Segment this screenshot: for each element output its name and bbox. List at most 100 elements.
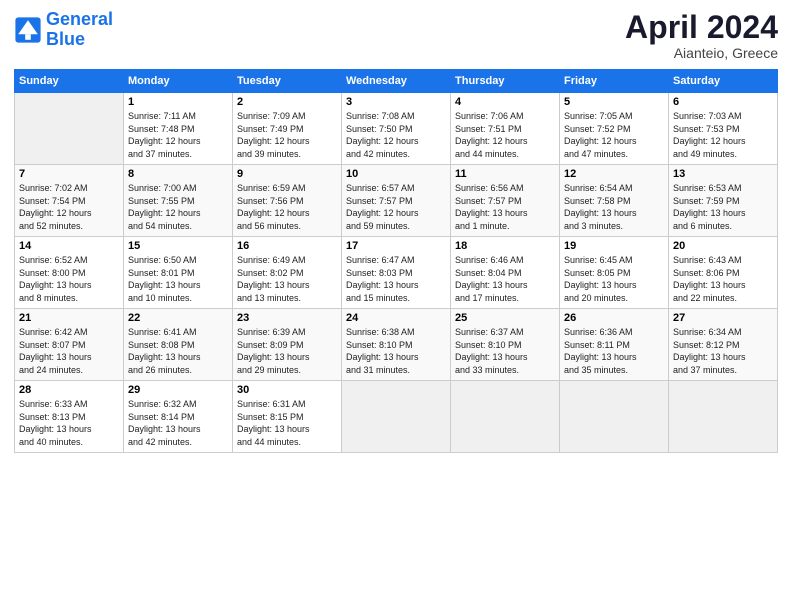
day-number: 6 bbox=[673, 96, 773, 108]
week-row-1: 7Sunrise: 7:02 AMSunset: 7:54 PMDaylight… bbox=[15, 165, 778, 237]
day-number: 7 bbox=[19, 168, 119, 180]
day-cell: 8 Sunrise: 7:00 AMSunset: 7:55 PMDaylight… bbox=[124, 165, 233, 237]
day-cell: 26Sunrise: 6:36 AMSunset: 8:11 PMDayligh… bbox=[560, 309, 669, 381]
day-info: Sunrise: 6:32 AMSunset: 8:14 PMDaylight:… bbox=[128, 398, 228, 448]
day-cell: 23 Sunrise: 6:39 AMSunset: 8:09 PMDayligh… bbox=[233, 309, 342, 381]
day-info: Sunrise: 6:34 AMSunset: 8:12 PMDaylight:… bbox=[673, 326, 773, 376]
day-number: 2 bbox=[237, 96, 337, 108]
day-info: Sunrise: 7:11 AMSunset: 7:48 PMDaylight:… bbox=[128, 110, 228, 160]
col-friday: Friday bbox=[560, 70, 669, 93]
day-cell bbox=[342, 381, 451, 453]
day-cell: 16Sunrise: 6:49 AMSunset: 8:02 PMDayligh… bbox=[233, 237, 342, 309]
day-info: Sunrise: 6:47 AMSunset: 8:03 PMDaylight:… bbox=[346, 254, 446, 304]
header-row: Sunday Monday Tuesday Wednesday Thursday… bbox=[15, 70, 778, 93]
day-number: 30 bbox=[237, 384, 337, 396]
day-info: Sunrise: 6:46 AMSunset: 8:04 PMDaylight:… bbox=[455, 254, 555, 304]
day-cell: 25Sunrise: 6:37 AMSunset: 8:10 PMDayligh… bbox=[451, 309, 560, 381]
day-cell: 2 Sunrise: 7:09 AMSunset: 7:49 PMDaylight… bbox=[233, 93, 342, 165]
day-number: 24 bbox=[346, 312, 446, 324]
day-cell: 27 Sunrise: 6:34 AMSunset: 8:12 PMDayligh… bbox=[669, 309, 778, 381]
day-info: Sunrise: 6:31 AMSunset: 8:15 PMDaylight:… bbox=[237, 398, 337, 448]
day-cell bbox=[15, 93, 124, 165]
week-row-3: 21 Sunrise: 6:42 AMSunset: 8:07 PMDayligh… bbox=[15, 309, 778, 381]
day-number: 15 bbox=[128, 240, 228, 252]
day-cell: 3 Sunrise: 7:08 AMSunset: 7:50 PMDaylight… bbox=[342, 93, 451, 165]
day-info: Sunrise: 6:45 AMSunset: 8:05 PMDaylight:… bbox=[564, 254, 664, 304]
day-number: 10 bbox=[346, 168, 446, 180]
week-row-2: 14 Sunrise: 6:52 AMSunset: 8:00 PMDayligh… bbox=[15, 237, 778, 309]
day-cell: 24 Sunrise: 6:38 AMSunset: 8:10 PMDayligh… bbox=[342, 309, 451, 381]
day-number: 13 bbox=[673, 168, 773, 180]
day-info: Sunrise: 6:43 AMSunset: 8:06 PMDaylight:… bbox=[673, 254, 773, 304]
logo-icon bbox=[14, 16, 42, 44]
day-info: Sunrise: 6:42 AMSunset: 8:07 PMDaylight:… bbox=[19, 326, 119, 376]
day-info: Sunrise: 6:54 AMSunset: 7:58 PMDaylight:… bbox=[564, 182, 664, 232]
month-title: April 2024 bbox=[625, 10, 778, 45]
day-number: 4 bbox=[455, 96, 555, 108]
day-cell: 5 Sunrise: 7:05 AMSunset: 7:52 PMDaylight… bbox=[560, 93, 669, 165]
week-row-0: 1 Sunrise: 7:11 AMSunset: 7:48 PMDaylight… bbox=[15, 93, 778, 165]
logo: General Blue bbox=[14, 10, 113, 50]
day-number: 12 bbox=[564, 168, 664, 180]
day-number: 8 bbox=[128, 168, 228, 180]
day-number: 29 bbox=[128, 384, 228, 396]
day-info: Sunrise: 6:37 AMSunset: 8:10 PMDaylight:… bbox=[455, 326, 555, 376]
day-info: Sunrise: 6:33 AMSunset: 8:13 PMDaylight:… bbox=[19, 398, 119, 448]
day-cell: 29 Sunrise: 6:32 AMSunset: 8:14 PMDayligh… bbox=[124, 381, 233, 453]
day-number: 17 bbox=[346, 240, 446, 252]
day-number: 19 bbox=[564, 240, 664, 252]
day-cell: 12 Sunrise: 6:54 AMSunset: 7:58 PMDayligh… bbox=[560, 165, 669, 237]
col-saturday: Saturday bbox=[669, 70, 778, 93]
day-number: 16 bbox=[237, 240, 337, 252]
header: General Blue April 2024 Aianteio, Greece bbox=[14, 10, 778, 61]
day-info: Sunrise: 7:00 AMSunset: 7:55 PMDaylight:… bbox=[128, 182, 228, 232]
day-cell: 9Sunrise: 6:59 AMSunset: 7:56 PMDaylight… bbox=[233, 165, 342, 237]
col-tuesday: Tuesday bbox=[233, 70, 342, 93]
day-cell: 20 Sunrise: 6:43 AMSunset: 8:06 PMDayligh… bbox=[669, 237, 778, 309]
day-cell: 19 Sunrise: 6:45 AMSunset: 8:05 PMDayligh… bbox=[560, 237, 669, 309]
day-info: Sunrise: 7:05 AMSunset: 7:52 PMDaylight:… bbox=[564, 110, 664, 160]
day-number: 1 bbox=[128, 96, 228, 108]
day-info: Sunrise: 6:38 AMSunset: 8:10 PMDaylight:… bbox=[346, 326, 446, 376]
day-info: Sunrise: 6:52 AMSunset: 8:00 PMDaylight:… bbox=[19, 254, 119, 304]
day-number: 11 bbox=[455, 168, 555, 180]
day-info: Sunrise: 7:06 AMSunset: 7:51 PMDaylight:… bbox=[455, 110, 555, 160]
day-info: Sunrise: 7:08 AMSunset: 7:50 PMDaylight:… bbox=[346, 110, 446, 160]
day-info: Sunrise: 7:09 AMSunset: 7:49 PMDaylight:… bbox=[237, 110, 337, 160]
day-cell: 13Sunrise: 6:53 AMSunset: 7:59 PMDayligh… bbox=[669, 165, 778, 237]
day-number: 27 bbox=[673, 312, 773, 324]
day-cell: 21 Sunrise: 6:42 AMSunset: 8:07 PMDayligh… bbox=[15, 309, 124, 381]
day-cell: 15 Sunrise: 6:50 AMSunset: 8:01 PMDayligh… bbox=[124, 237, 233, 309]
day-number: 18 bbox=[455, 240, 555, 252]
day-cell: 14 Sunrise: 6:52 AMSunset: 8:00 PMDayligh… bbox=[15, 237, 124, 309]
day-number: 21 bbox=[19, 312, 119, 324]
day-number: 28 bbox=[19, 384, 119, 396]
logo-text-general: General bbox=[46, 10, 113, 30]
col-sunday: Sunday bbox=[15, 70, 124, 93]
day-cell: 22Sunrise: 6:41 AMSunset: 8:08 PMDayligh… bbox=[124, 309, 233, 381]
day-number: 23 bbox=[237, 312, 337, 324]
day-info: Sunrise: 6:39 AMSunset: 8:09 PMDaylight:… bbox=[237, 326, 337, 376]
day-number: 22 bbox=[128, 312, 228, 324]
day-info: Sunrise: 6:57 AMSunset: 7:57 PMDaylight:… bbox=[346, 182, 446, 232]
title-block: April 2024 Aianteio, Greece bbox=[625, 10, 778, 61]
col-thursday: Thursday bbox=[451, 70, 560, 93]
day-number: 9 bbox=[237, 168, 337, 180]
logo-text-blue: Blue bbox=[46, 30, 113, 50]
day-number: 14 bbox=[19, 240, 119, 252]
week-row-4: 28 Sunrise: 6:33 AMSunset: 8:13 PMDayligh… bbox=[15, 381, 778, 453]
day-info: Sunrise: 7:03 AMSunset: 7:53 PMDaylight:… bbox=[673, 110, 773, 160]
day-info: Sunrise: 6:50 AMSunset: 8:01 PMDaylight:… bbox=[128, 254, 228, 304]
location: Aianteio, Greece bbox=[625, 45, 778, 61]
day-cell: 1 Sunrise: 7:11 AMSunset: 7:48 PMDaylight… bbox=[124, 93, 233, 165]
day-cell: 18 Sunrise: 6:46 AMSunset: 8:04 PMDayligh… bbox=[451, 237, 560, 309]
day-cell: 6 Sunrise: 7:03 AMSunset: 7:53 PMDaylight… bbox=[669, 93, 778, 165]
day-number: 20 bbox=[673, 240, 773, 252]
day-cell: 30 Sunrise: 6:31 AMSunset: 8:15 PMDayligh… bbox=[233, 381, 342, 453]
day-number: 3 bbox=[346, 96, 446, 108]
day-info: Sunrise: 6:36 AMSunset: 8:11 PMDaylight:… bbox=[564, 326, 664, 376]
day-cell bbox=[669, 381, 778, 453]
day-info: Sunrise: 6:56 AMSunset: 7:57 PMDaylight:… bbox=[455, 182, 555, 232]
day-cell bbox=[451, 381, 560, 453]
day-number: 5 bbox=[564, 96, 664, 108]
